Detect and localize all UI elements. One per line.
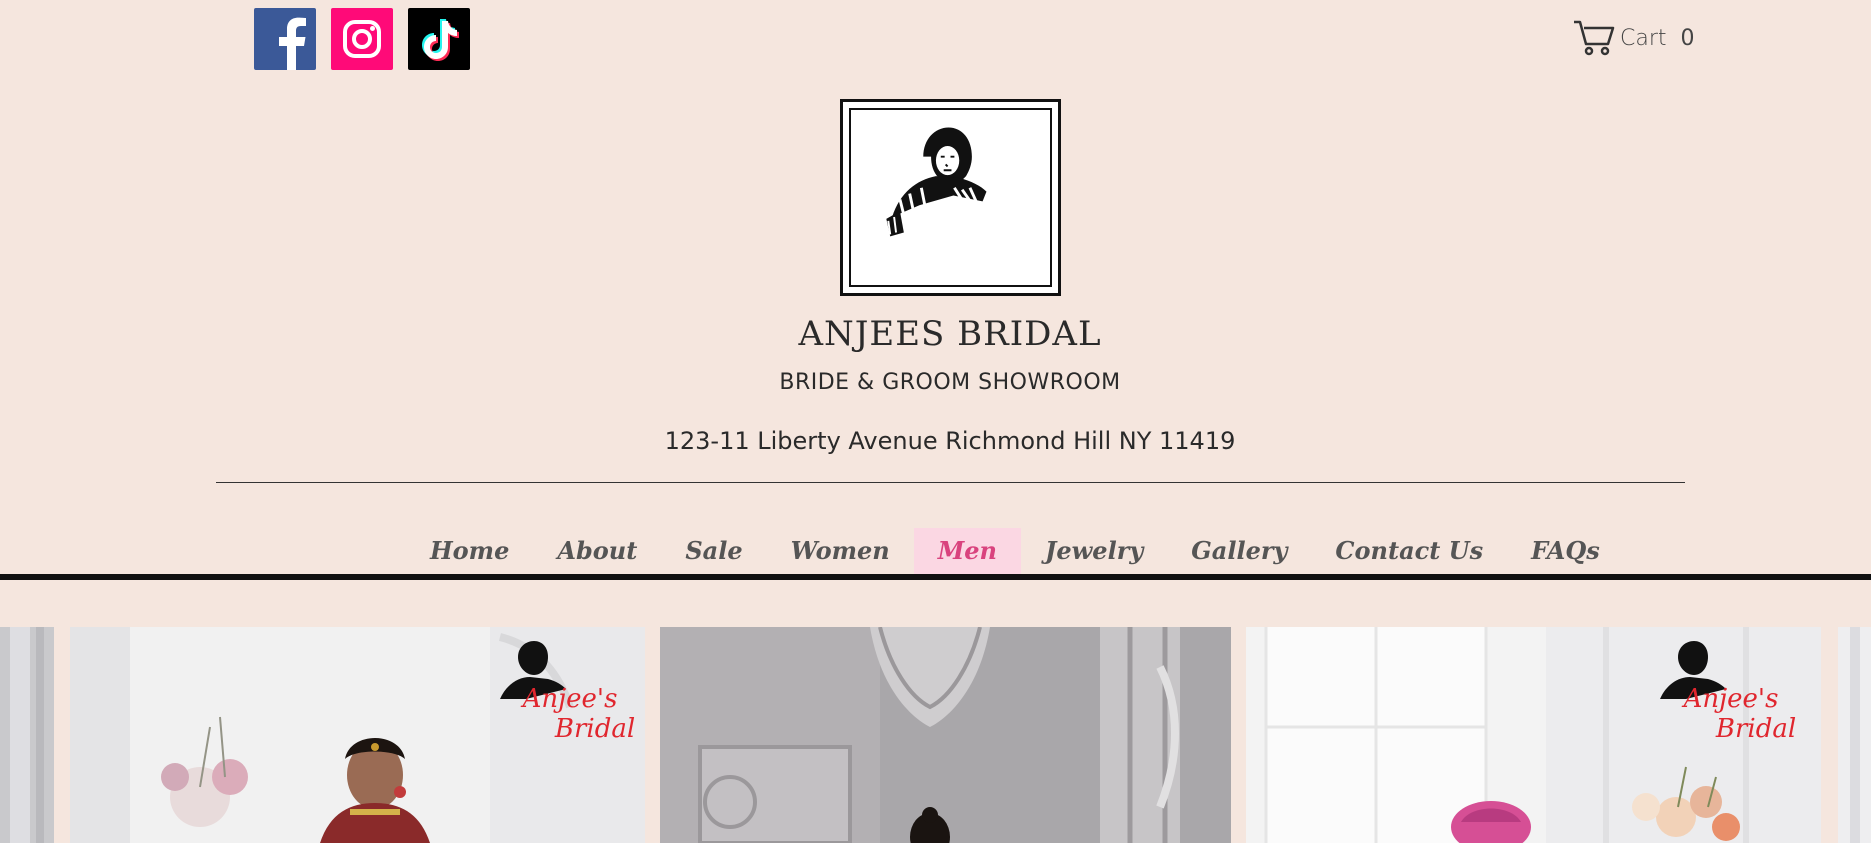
nav-women[interactable]: Women [767,528,914,574]
site-subtitle: BRIDE & GROOM SHOWROOM [779,370,1121,395]
nav-home[interactable]: Home [406,528,533,574]
nav-gallery[interactable]: Gallery [1167,528,1311,574]
gallery-image[interactable] [1838,627,1871,843]
cart-button[interactable]: Cart 0 [1572,18,1695,58]
logo-illustration [886,127,987,237]
main-nav: Home About Sale Women Men Jewelry Galler… [406,528,1624,574]
gallery-image[interactable]: Anjee's Bridal [70,627,645,843]
store-address: 123-11 Liberty Avenue Richmond Hill NY 1… [664,427,1236,455]
nav-jewelry[interactable]: Jewelry [1021,528,1167,574]
gallery-image[interactable] [660,627,1231,843]
site-title: ANJEES BRIDAL [798,314,1102,354]
svg-text:Anjee's: Anjee's [521,684,618,714]
svg-text:Bridal: Bridal [554,714,635,744]
cart-label: Cart [1620,25,1667,51]
tiktok-link[interactable] [408,8,470,70]
nav-sale[interactable]: Sale [661,528,766,574]
social-links [254,8,470,70]
svg-text:Anjee's: Anjee's [1682,684,1779,714]
nav-faqs[interactable]: FAQs [1507,528,1624,574]
header-divider [216,482,1685,483]
gallery-image[interactable]: Anjee's Bridal [1246,627,1821,843]
nav-contact-us[interactable]: Contact Us [1311,528,1507,574]
cart-count: 0 [1680,25,1695,51]
tiktok-icon [408,8,470,70]
facebook-icon [254,8,316,70]
nav-men[interactable]: Men [913,528,1022,574]
nav-underline [0,574,1871,580]
instagram-link[interactable] [331,8,393,70]
cart-icon [1574,20,1615,56]
facebook-link[interactable] [254,8,316,70]
nav-about[interactable]: About [533,528,661,574]
svg-text:Bridal: Bridal [1715,714,1796,744]
logo-frame [849,108,1052,287]
instagram-icon [331,8,393,70]
product-gallery: Anjee's Bridal Anjee's Bridal [0,627,1871,843]
gallery-image[interactable] [0,627,54,843]
site-logo[interactable] [840,99,1061,296]
